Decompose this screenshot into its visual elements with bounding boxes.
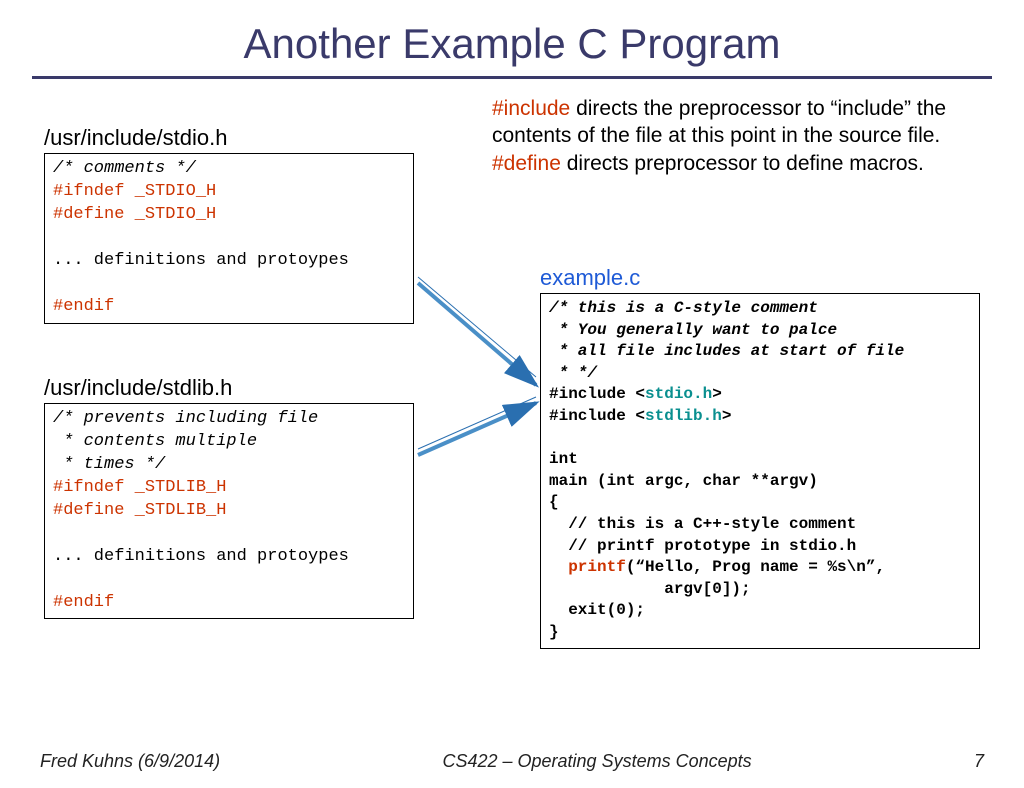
- footer-page-number: 7: [974, 751, 984, 772]
- footer-author: Fred Kuhns (6/9/2014): [40, 751, 220, 772]
- arrows-svg: [410, 275, 550, 465]
- title-rule: [32, 76, 992, 79]
- description-text: #include directs the preprocessor to “in…: [492, 95, 992, 177]
- stdlib-file-label: /usr/include/stdlib.h: [44, 375, 232, 401]
- example-file-label: example.c: [540, 265, 640, 291]
- example-code-box: /* this is a C-style comment * You gener…: [540, 293, 980, 649]
- stdlib-code-box: /* prevents including file * contents mu…: [44, 403, 414, 619]
- stdio-code-box: /* comments */ #ifndef _STDIO_H #define …: [44, 153, 414, 324]
- footer-bar: Fred Kuhns (6/9/2014) CS422 – Operating …: [40, 751, 984, 772]
- stdio-file-label: /usr/include/stdio.h: [44, 125, 227, 151]
- slide-title: Another Example C Program: [0, 20, 1024, 68]
- content-area: /usr/include/stdio.h /* comments */ #ifn…: [0, 95, 1024, 705]
- footer-course: CS422 – Operating Systems Concepts: [442, 751, 751, 772]
